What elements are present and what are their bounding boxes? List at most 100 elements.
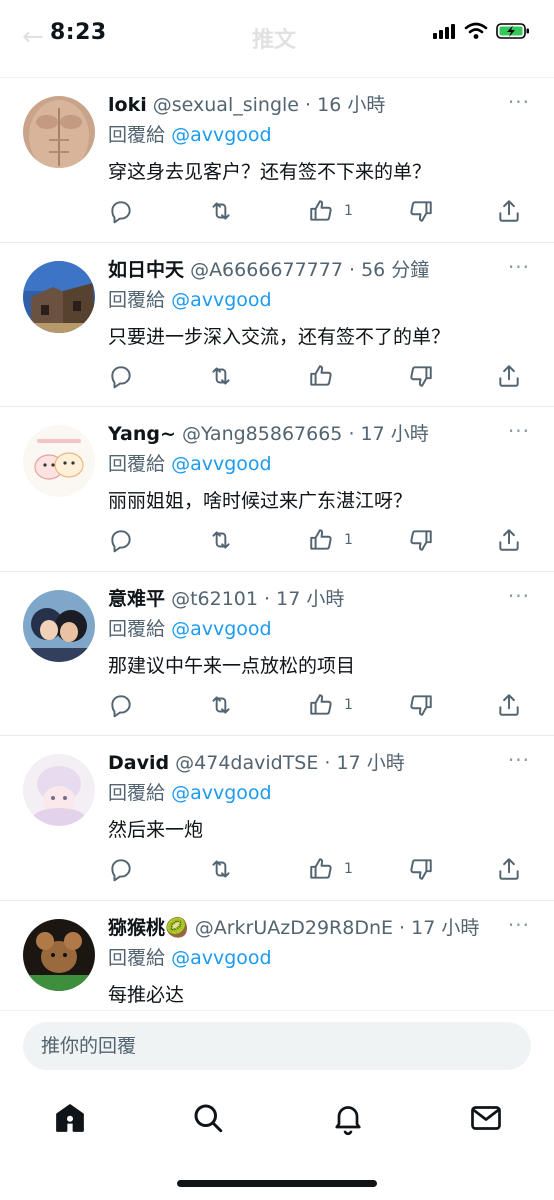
reply-item[interactable]: 猕猴桃🥝 @ArkrUAzD29R8DnE · 17 小時 ··· 回覆給 @a… [0,901,554,1011]
more-options-icon[interactable]: ··· [508,584,530,608]
more-options-icon[interactable]: ··· [508,255,530,279]
tab-notifications[interactable] [330,1100,366,1136]
avatar[interactable] [23,425,95,497]
reply-time: 56 分鐘 [361,258,430,281]
home-icon [56,1104,84,1132]
retweet-button[interactable] [208,363,234,389]
comment-button[interactable] [108,692,134,718]
avatar[interactable] [23,96,95,168]
separator-dot: · [348,423,355,445]
avatar[interactable] [23,754,95,826]
more-options-icon[interactable]: ··· [508,913,530,937]
comment-button[interactable] [108,363,134,389]
retweet-button[interactable] [208,692,234,718]
reply-text: 穿这身去见客户？还有签不下来的单？ [108,161,432,183]
thumbs-down-icon [410,859,432,880]
like-button[interactable]: 1 [308,198,353,224]
reply-label: 回覆給 [108,946,166,969]
mention-link[interactable]: @avvgood [171,124,272,146]
comment-button[interactable] [108,527,134,553]
reply-text: 然后来一炮 [108,819,204,841]
display-name[interactable]: David [108,752,169,774]
reply-header: 猕猴桃🥝 @ArkrUAzD29R8DnE · 17 小時 [108,915,494,941]
thumbs-down-icon [410,694,432,716]
mention-link[interactable]: @avvgood [171,782,272,804]
wifi-icon [464,22,488,39]
avatar[interactable] [23,589,95,662]
display-name[interactable]: 如日中天 [108,259,184,281]
comment-icon [111,530,131,553]
replying-to: 回覆給 @avvgood [108,451,272,477]
dislike-button[interactable] [408,198,434,224]
retweet-button[interactable] [208,527,234,553]
display-name[interactable]: 猕猴桃🥝 [108,917,189,939]
tab-messages[interactable] [468,1100,504,1136]
like-button[interactable] [308,363,344,389]
search-icon [194,1104,223,1133]
action-bar: 1 [108,856,528,886]
retweet-icon [212,860,230,878]
user-handle[interactable]: @A6666677777 [190,259,343,281]
comment-button[interactable] [108,856,134,882]
reply-item[interactable]: 意难平 @t62101 · 17 小時 ··· 回覆給 @avvgood 那建议… [0,572,554,736]
back-arrow-icon[interactable]: ← [22,22,44,52]
mention-link[interactable]: @avvgood [171,289,272,311]
reply-text: 只要进一步深入交流，还有签不了的单？ [108,325,451,348]
share-button[interactable] [496,856,522,882]
dislike-button[interactable] [408,856,434,882]
user-handle[interactable]: @474davidTSE [175,752,318,774]
reply-item[interactable]: David @474davidTSE · 17 小時 ··· 回覆給 @avvg… [0,736,554,901]
tab-home[interactable] [52,1100,88,1136]
share-button[interactable] [496,363,522,389]
more-options-icon[interactable]: ··· [508,419,530,443]
user-handle[interactable]: @sexual_single [153,94,299,116]
replies-feed[interactable]: loki @sexual_single · 16 小時 ··· 回覆給 @avv… [0,78,554,1010]
user-handle[interactable]: @t62101 [171,588,258,610]
reply-item[interactable]: 如日中天 @A6666677777 · 56 分鐘 ··· 回覆給 @avvgo… [0,243,554,407]
reply-time: 17 小時 [336,752,405,774]
more-options-icon[interactable]: ··· [508,90,530,114]
retweet-button[interactable] [208,856,234,882]
dislike-button[interactable] [408,363,434,389]
like-button[interactable]: 1 [308,527,353,553]
replying-to: 回覆給 @avvgood [108,780,272,806]
replying-to: 回覆給 @avvgood [108,616,272,642]
share-button[interactable] [496,692,522,718]
mention-link[interactable]: @avvgood [171,947,272,969]
reply-item[interactable]: loki @sexual_single · 16 小時 ··· 回覆給 @avv… [0,78,554,243]
avatar[interactable] [23,260,95,333]
separator-dot: · [399,916,406,939]
compose-divider [0,1010,554,1011]
user-handle[interactable]: @ArkrUAzD29R8DnE [195,917,393,939]
comment-icon [111,365,131,388]
user-handle[interactable]: @Yang85867665 [182,423,342,445]
mention-link[interactable]: @avvgood [171,453,272,475]
share-button[interactable] [496,198,522,224]
dislike-button[interactable] [408,527,434,553]
display-name[interactable]: loki [108,94,147,116]
share-button[interactable] [496,527,522,553]
thumbs-up-icon [310,858,332,879]
comment-button[interactable] [108,198,134,224]
tab-search[interactable] [190,1100,226,1136]
dislike-button[interactable] [408,692,434,718]
separator-dot: · [264,587,271,610]
share-icon [499,529,519,551]
like-button[interactable]: 1 [308,692,353,718]
reply-time: 17 小時 [411,916,480,939]
more-options-icon[interactable]: ··· [508,748,530,772]
mention-link[interactable]: @avvgood [171,618,272,640]
like-button[interactable]: 1 [308,856,353,882]
display-name[interactable]: Yang~ [108,423,176,445]
thumbs-up-icon [310,693,332,715]
reply-item[interactable]: Yang~ @Yang85867665 · 17 小時 ··· 回覆給 @avv… [0,407,554,572]
reply-input[interactable] [23,1022,531,1070]
bell-icon [335,1106,361,1136]
display-name[interactable]: 意难平 [108,588,165,610]
reply-header: loki @sexual_single · 16 小時 [108,92,494,118]
retweet-button[interactable] [208,198,234,224]
avatar[interactable] [23,918,95,991]
reply-label: 回覆給 [108,782,166,804]
compose-reply-field[interactable] [23,1022,531,1070]
share-icon [499,364,519,387]
